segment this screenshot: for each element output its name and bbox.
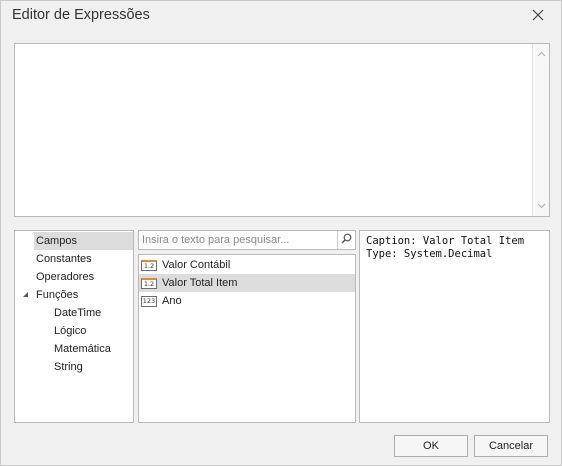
list-item-label: Valor Contábil (162, 259, 231, 271)
tree-item-label: Campos (36, 235, 77, 247)
tree-item-constantes[interactable]: Constantes (36, 250, 92, 268)
expression-textarea[interactable] (14, 43, 550, 217)
list-item-valor-contabil[interactable]: 1.2 Valor Contábil (139, 256, 355, 274)
tree-item-label: Operadores (36, 271, 95, 283)
info-caption: Caption: Valor Total Item (366, 235, 525, 247)
search-icon (341, 233, 352, 247)
triangle-down-icon[interactable] (22, 286, 34, 304)
category-tree: Campos Constantes Operadores Funções Dat… (14, 230, 134, 423)
editor-scrollbar[interactable] (532, 44, 549, 216)
list-item-valor-total-item[interactable]: 1.2 Valor Total Item (139, 274, 355, 292)
tree-item-label: Lógico (54, 325, 87, 337)
info-type: Type: System.Decimal (366, 248, 493, 260)
ok-button[interactable]: OK (394, 435, 468, 457)
list-item-label: Ano (162, 295, 182, 307)
close-icon (532, 9, 544, 24)
dialog-title: Editor de Expressões (12, 7, 150, 23)
tree-item-campos[interactable]: Campos (34, 232, 133, 250)
tree-item-label: Constantes (36, 253, 92, 265)
list-item-label: Valor Total Item (162, 277, 238, 289)
tree-item-string[interactable]: String (54, 358, 83, 376)
search-button[interactable] (337, 231, 355, 249)
search-box (138, 230, 356, 250)
integer-type-icon: 123 (141, 295, 157, 307)
tree-item-label: Matemática (54, 343, 111, 355)
scroll-up-icon[interactable] (533, 46, 549, 62)
expression-editor-dialog: Editor de Expressões Campos Constantes O… (0, 0, 562, 466)
search-input[interactable] (139, 231, 337, 249)
scroll-down-icon[interactable] (533, 198, 549, 214)
tree-item-operadores[interactable]: Operadores (36, 268, 94, 286)
tree-item-label: String (54, 361, 83, 373)
field-list: 1.2 Valor Contábil 1.2 Valor Total Item … (138, 254, 356, 423)
tree-item-funcoes[interactable]: Funções (22, 286, 78, 304)
close-button[interactable] (525, 4, 551, 28)
tree-item-logico[interactable]: Lógico (54, 322, 86, 340)
tree-item-matematica[interactable]: Matemática (54, 340, 111, 358)
tree-item-label: DateTime (54, 307, 102, 319)
tree-item-label: Funções (36, 289, 79, 301)
cancel-button[interactable]: Cancelar (474, 435, 548, 457)
decimal-type-icon: 1.2 (141, 277, 157, 289)
decimal-type-icon: 1.2 (141, 259, 157, 271)
list-item-ano[interactable]: 123 Ano (139, 292, 355, 310)
tree-item-datetime[interactable]: DateTime (54, 304, 101, 322)
field-info-panel: Caption: Valor Total Item Type: System.D… (359, 230, 550, 423)
